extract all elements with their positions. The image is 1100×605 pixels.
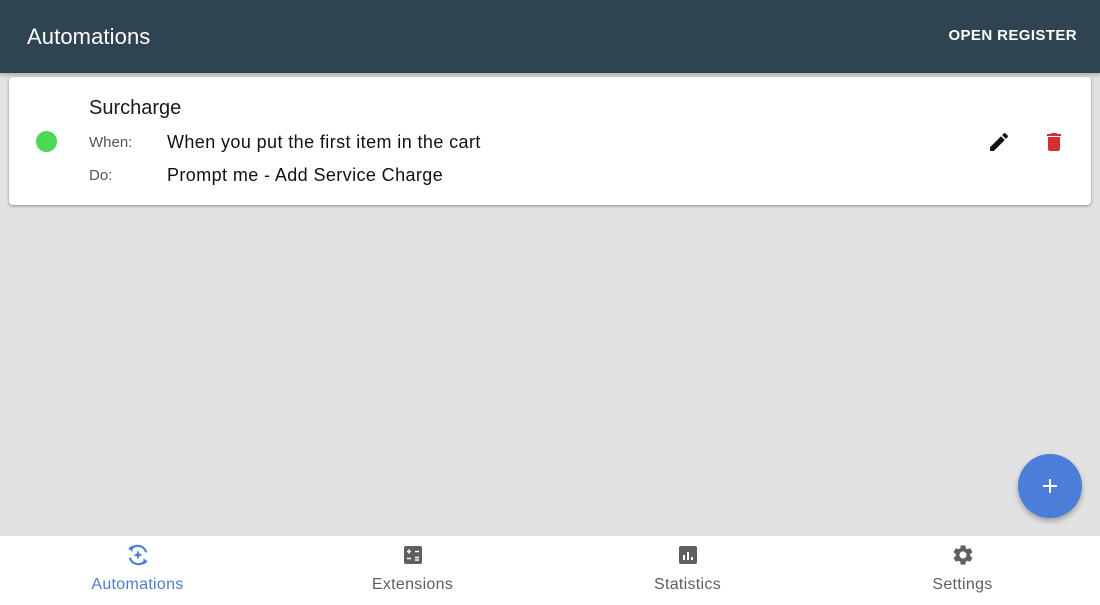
nav-item-statistics[interactable]: Statistics	[550, 536, 825, 605]
automation-card[interactable]: Surcharge When: When you put the first i…	[9, 77, 1091, 205]
nav-label-settings: Settings	[932, 576, 993, 593]
trash-icon	[1047, 133, 1061, 151]
automations-icon	[125, 542, 151, 568]
do-label: Do:	[89, 167, 113, 184]
automations-list: Surcharge When: When you put the first i…	[0, 73, 1100, 536]
nav-label-extensions: Extensions	[371, 576, 454, 593]
nav-item-settings[interactable]: Settings	[825, 536, 1100, 605]
pencil-icon	[990, 132, 1009, 151]
add-automation-button[interactable]	[1018, 454, 1082, 518]
app-root: Automations OPEN REGISTER Surcharge When…	[0, 0, 1100, 605]
edit-button[interactable]	[981, 124, 1017, 160]
open-register-button[interactable]: OPEN REGISTER	[948, 27, 1077, 44]
plus-icon	[1043, 479, 1057, 493]
when-value: When you put the first item in the cart	[167, 132, 481, 152]
nav-item-automations[interactable]: Automations	[0, 536, 275, 605]
do-value: Prompt me - Add Service Charge	[167, 165, 444, 185]
when-label: When:	[89, 134, 133, 151]
nav-item-extensions[interactable]: Extensions	[275, 536, 550, 605]
page-title: Automations	[27, 24, 151, 49]
nav-label-statistics: Statistics	[653, 576, 721, 593]
status-indicator	[36, 131, 57, 152]
bottom-navigation: Automations Extensions Statistics Settin…	[0, 536, 1100, 605]
bar-chart-icon	[675, 542, 701, 568]
automation-title: Surcharge	[89, 97, 182, 119]
delete-button[interactable]	[1036, 124, 1072, 160]
calculator-icon	[400, 542, 426, 568]
top-app-bar: Automations OPEN REGISTER	[0, 0, 1100, 73]
gear-icon	[950, 542, 976, 568]
nav-label-automations: Automations	[91, 576, 184, 593]
